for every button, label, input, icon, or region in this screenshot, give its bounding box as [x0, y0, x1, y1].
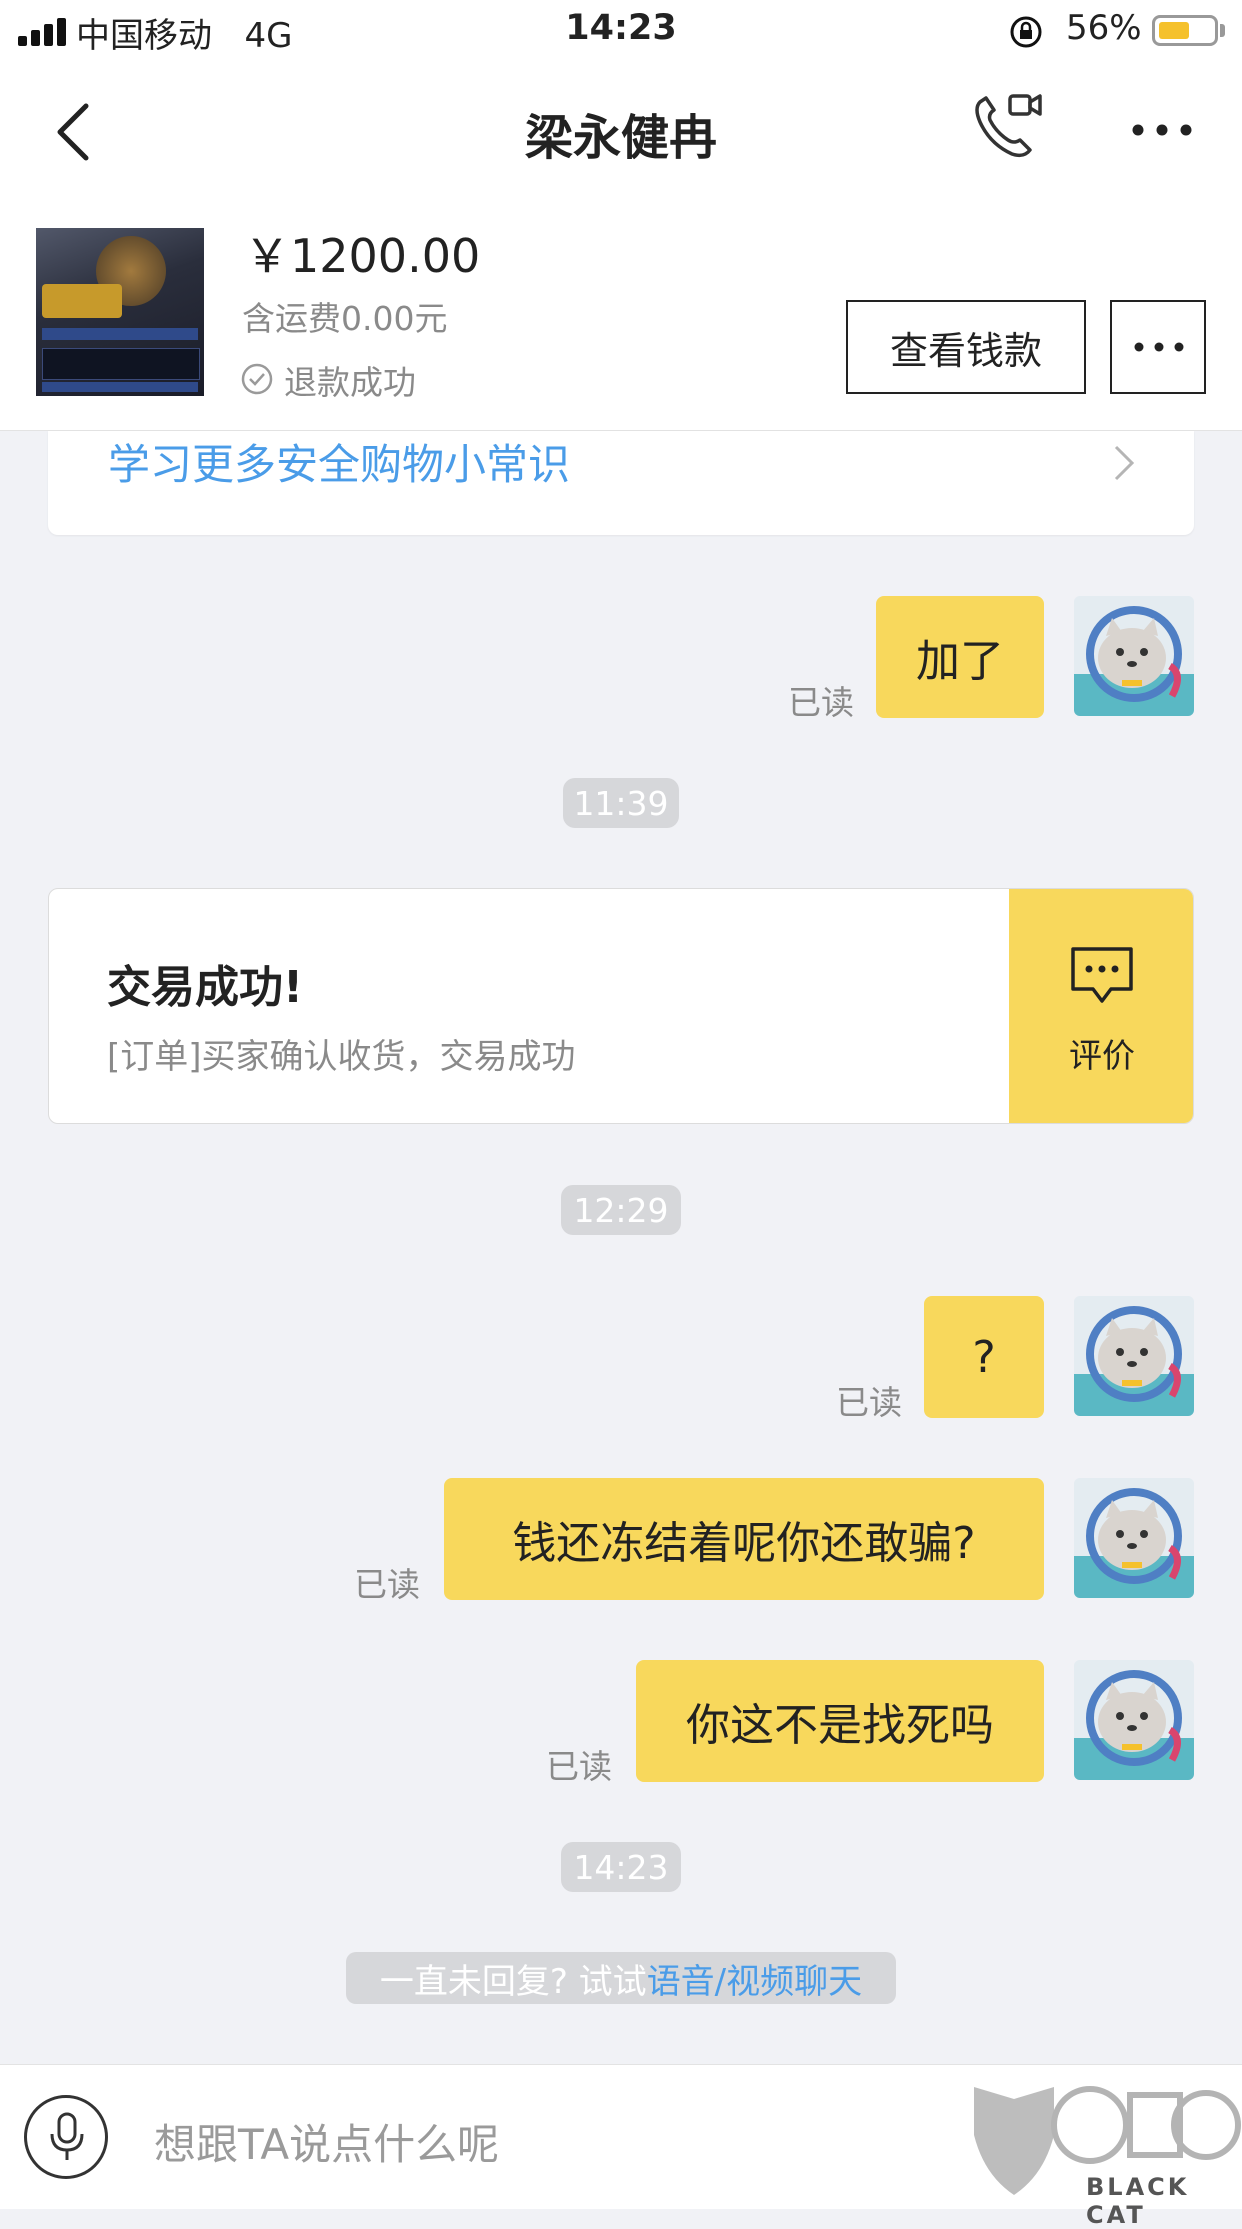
- rotation-lock-icon: [1010, 16, 1042, 48]
- more-dots-icon[interactable]: [1130, 120, 1194, 140]
- message-bubble[interactable]: 钱还冻结着呢你还敢骗?: [444, 1478, 1044, 1600]
- message-bubble[interactable]: 加了: [876, 596, 1044, 718]
- avatar[interactable]: [1074, 1660, 1194, 1780]
- battery-level: [1159, 22, 1189, 39]
- more-dots-icon: [1134, 342, 1184, 352]
- battery-icon: [1152, 15, 1218, 46]
- message-bubble[interactable]: ?: [924, 1296, 1044, 1418]
- microphone-icon: [50, 2112, 84, 2160]
- timestamp: 11:39: [563, 778, 679, 828]
- avatar[interactable]: [1074, 1478, 1194, 1598]
- safety-tips-link[interactable]: 学习更多安全购物小常识: [108, 431, 570, 492]
- message-input[interactable]: 想跟TA说点什么呢: [154, 2111, 499, 2172]
- read-receipt: 已读: [546, 1747, 612, 1786]
- nav-bar: 梁永健冉: [0, 62, 1242, 192]
- watermark-text: BLACK CAT: [1086, 2173, 1190, 2229]
- read-receipt: 已读: [788, 683, 854, 722]
- safety-tips-card[interactable]: 学习更多安全购物小常识: [48, 431, 1194, 535]
- shipping-fee: 含运费0.00元: [242, 299, 448, 338]
- message-bubble[interactable]: 你这不是找死吗: [636, 1660, 1044, 1782]
- battery-tip: [1220, 24, 1225, 37]
- call-suggestion-text: 一直未回复? 试试: [379, 1961, 647, 2002]
- read-receipt: 已读: [836, 1383, 902, 1422]
- status-time: 14:23: [565, 8, 677, 48]
- cat-avatar-icon: [1074, 1296, 1194, 1416]
- chevron-right-icon: [1114, 445, 1135, 481]
- order-status: 退款成功: [284, 363, 416, 402]
- product-thumbnail[interactable]: [36, 228, 204, 396]
- cat-avatar-icon: [1074, 1660, 1194, 1780]
- check-circle-icon: [241, 363, 273, 395]
- trade-title: 交易成功!: [107, 962, 304, 1013]
- timestamp: 14:23: [561, 1842, 681, 1892]
- review-button[interactable]: 评价: [1009, 889, 1193, 1123]
- trade-success-card[interactable]: 交易成功! [订单]买家确认收货，交易成功 评价: [48, 888, 1194, 1124]
- comment-icon: [1071, 947, 1133, 1003]
- review-label: 评价: [1069, 1036, 1135, 1075]
- cat-avatar-icon: [1074, 1478, 1194, 1598]
- view-funds-button[interactable]: 查看钱款: [846, 300, 1086, 394]
- chat-title: 梁永健冉: [524, 110, 717, 166]
- trade-subtitle: [订单]买家确认收货，交易成功: [107, 1037, 576, 1077]
- voice-input-button[interactable]: [24, 2095, 108, 2179]
- video-call-icon[interactable]: [970, 90, 1044, 160]
- input-bar: 想跟TA说点什么呢 BLACK CAT: [0, 2064, 1242, 2229]
- order-more-button[interactable]: [1110, 300, 1206, 394]
- cat-avatar-icon: [1074, 596, 1194, 716]
- battery-percent: 56%: [1066, 8, 1142, 48]
- status-bar: 中国移动 4G 14:23 56%: [0, 0, 1242, 62]
- avatar[interactable]: [1074, 596, 1194, 716]
- call-suggestion: 一直未回复? 试试 语音/视频聊天: [346, 1952, 896, 2004]
- voice-video-call-link[interactable]: 语音/视频聊天: [647, 1954, 862, 2003]
- read-receipt: 已读: [354, 1565, 420, 1604]
- order-summary: ￥1200.00 含运费0.00元 退款成功 查看钱款: [0, 192, 1242, 431]
- timestamp: 12:29: [561, 1185, 681, 1235]
- avatar[interactable]: [1074, 1296, 1194, 1416]
- order-price: ￥1200.00: [244, 229, 481, 283]
